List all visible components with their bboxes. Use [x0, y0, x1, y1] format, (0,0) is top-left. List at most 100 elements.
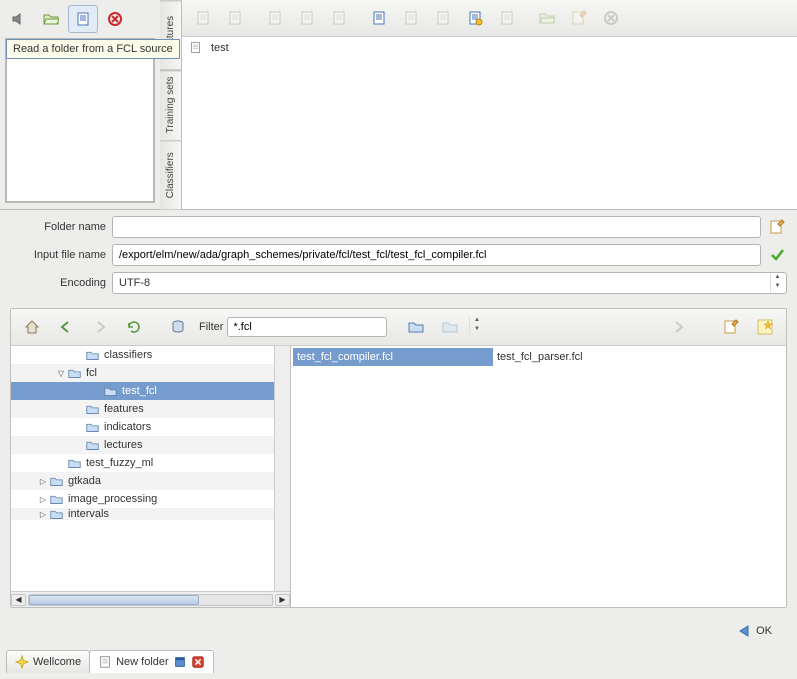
- tooltip: Read a folder from a FCL source: [6, 39, 180, 59]
- encoding-value: UTF-8: [119, 277, 150, 289]
- tree-scrollbar-h[interactable]: ◀ ▶: [11, 591, 290, 607]
- tree-row-label: fcl: [86, 367, 97, 379]
- tree-row-label: test_fuzzy_ml: [86, 457, 153, 469]
- tool-4: [292, 4, 322, 32]
- ok-label: OK: [756, 625, 772, 637]
- speaker-button[interactable]: [4, 5, 34, 33]
- file-item[interactable]: test_fcl_compiler.fcl: [293, 348, 493, 366]
- folder-icon: [67, 457, 82, 470]
- expand-arrow-icon[interactable]: ▷: [37, 510, 49, 519]
- filter-input[interactable]: [227, 317, 387, 337]
- tree-row[interactable]: ▷ image_processing: [11, 490, 274, 508]
- new-note-button[interactable]: [750, 313, 780, 341]
- input-file-label: Input file name: [10, 249, 106, 261]
- folder-icon: [49, 508, 64, 520]
- main-toolbar: [182, 0, 797, 37]
- tool-3: [260, 4, 290, 32]
- tree-row[interactable]: ▷ gtkada: [11, 472, 274, 490]
- file-item[interactable]: test_fcl_parser.fcl: [493, 348, 693, 366]
- folder-icon: [49, 475, 64, 488]
- tool-8: [492, 4, 522, 32]
- doc-icon: [188, 41, 203, 54]
- expand-arrow-icon[interactable]: ▷: [37, 495, 49, 504]
- refresh-button[interactable]: [119, 313, 149, 341]
- folder-action-1[interactable]: [401, 313, 431, 341]
- tree-row[interactable]: classifiers: [11, 346, 274, 364]
- combo-spinner-icon: ▲▼: [770, 274, 784, 292]
- tab-new-folder[interactable]: New folder: [89, 650, 214, 673]
- ok-button[interactable]: OK: [727, 620, 781, 642]
- tool-cancel-disabled: [596, 4, 626, 32]
- doc-icon: [98, 655, 112, 669]
- edit-folder-name-button[interactable]: [767, 219, 787, 235]
- nav-action: [663, 313, 693, 341]
- left-blank-pane: [5, 38, 155, 203]
- tree-row-label: lectures: [104, 439, 143, 451]
- folder-icon: [85, 421, 100, 434]
- folder-name-input[interactable]: [112, 216, 761, 238]
- tool-open-disabled: [532, 4, 562, 32]
- read-fcl-folder-button[interactable]: [68, 5, 98, 33]
- tree-row-label: test_fcl: [122, 385, 157, 397]
- tree-scrollbar-v[interactable]: [274, 346, 290, 591]
- confirm-input-file-button[interactable]: [767, 247, 787, 263]
- forward-button: [85, 313, 115, 341]
- tab-wellcome[interactable]: Wellcome: [6, 650, 90, 673]
- expand-arrow-icon[interactable]: ▷: [37, 477, 49, 486]
- encoding-combo[interactable]: UTF-8 ▲▼: [112, 272, 787, 294]
- tab-label: New folder: [116, 656, 169, 668]
- tool-doc-star[interactable]: [460, 4, 490, 32]
- file-list[interactable]: test_fcl_compiler.fcltest_fcl_parser.fcl: [291, 346, 786, 607]
- folder-action-2: [435, 313, 465, 341]
- tree-row-label: image_processing: [68, 493, 157, 505]
- path-combo[interactable]: ▲▼: [469, 317, 659, 337]
- filter-label: Filter: [199, 321, 223, 333]
- tree-row-label: classifiers: [104, 349, 152, 361]
- folder-icon: [85, 403, 100, 416]
- folder-tree[interactable]: classifiers ▽ fcl test_fcl features indicator…: [11, 346, 274, 591]
- tree-row[interactable]: test_fuzzy_ml: [11, 454, 274, 472]
- folder-name-label: Folder name: [10, 221, 106, 233]
- tree-row-label: gtkada: [68, 475, 101, 487]
- tool-2: [220, 4, 250, 32]
- item-label: test: [211, 42, 229, 54]
- tab-training-sets[interactable]: Training sets: [160, 70, 182, 139]
- tool-5: [324, 4, 354, 32]
- spark-icon: [15, 655, 29, 669]
- encoding-label: Encoding: [10, 277, 106, 289]
- tree-row[interactable]: ▽ fcl: [11, 364, 274, 382]
- restore-icon[interactable]: [173, 655, 187, 669]
- close-icon[interactable]: [191, 655, 205, 669]
- tree-row[interactable]: test_fcl: [11, 382, 274, 400]
- edit-note-button[interactable]: [716, 313, 746, 341]
- tab-label: Wellcome: [33, 656, 81, 668]
- tab-classifiers[interactable]: Classifiers: [160, 140, 182, 209]
- combo-spinner-icon: ▲▼: [469, 317, 483, 335]
- folder-icon: [85, 349, 100, 362]
- tree-row[interactable]: ▷ intervals: [11, 508, 274, 520]
- input-file-input[interactable]: [112, 244, 761, 266]
- tree-row[interactable]: indicators: [11, 418, 274, 436]
- tree-row[interactable]: lectures: [11, 436, 274, 454]
- tree-row-label: features: [104, 403, 144, 415]
- open-folder-button[interactable]: [36, 5, 66, 33]
- tree-row-label: indicators: [104, 421, 151, 433]
- folder-icon: [49, 493, 64, 506]
- expand-arrow-icon[interactable]: ▽: [55, 369, 67, 378]
- tree-row-label: intervals: [68, 508, 109, 520]
- folder-icon: [67, 367, 82, 380]
- cancel-button[interactable]: [100, 5, 130, 33]
- tool-7: [428, 4, 458, 32]
- tool-1: [188, 4, 218, 32]
- folder-icon: [103, 385, 118, 398]
- tree-row[interactable]: features: [11, 400, 274, 418]
- db-button[interactable]: [163, 313, 193, 341]
- item-test[interactable]: test: [188, 41, 791, 54]
- tool-doc-blue-1[interactable]: [364, 4, 394, 32]
- tool-6: [396, 4, 426, 32]
- home-button[interactable]: [17, 313, 47, 341]
- back-button[interactable]: [51, 313, 81, 341]
- tab-features[interactable]: Features: [160, 0, 182, 70]
- tool-edit-disabled: [564, 4, 594, 32]
- main-body: test: [182, 37, 797, 209]
